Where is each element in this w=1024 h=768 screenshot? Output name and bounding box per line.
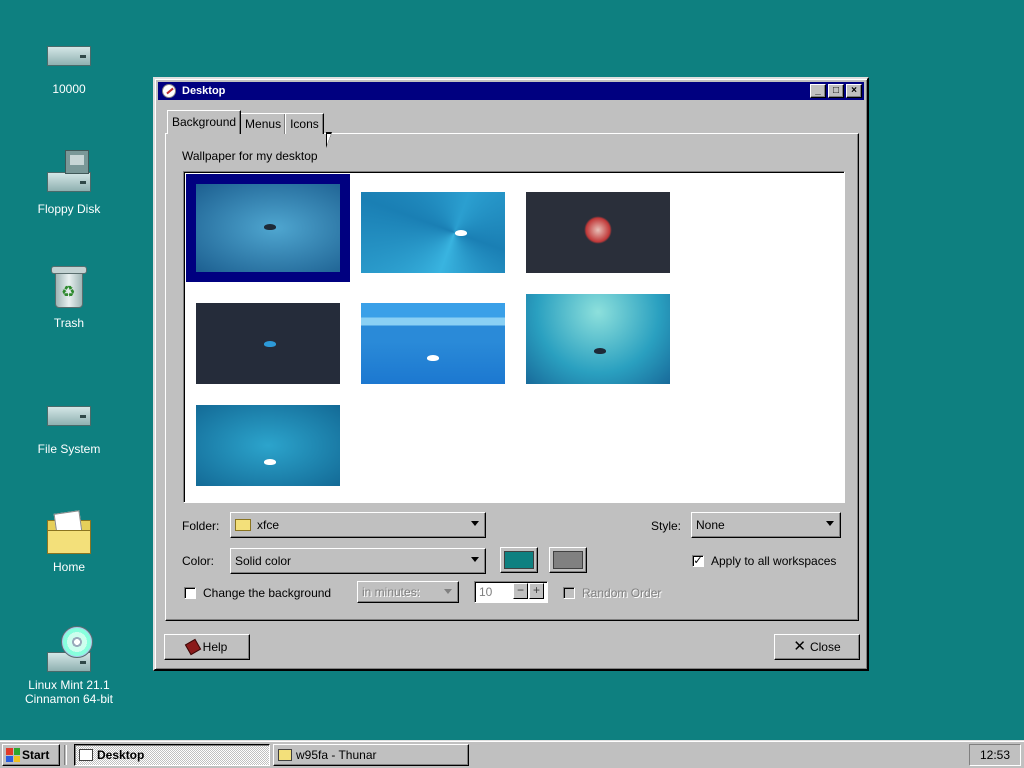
maximize-button[interactable]: □	[828, 84, 844, 98]
folder-icon	[278, 749, 292, 761]
start-label: Start	[22, 748, 50, 762]
close-icon: ✕	[793, 638, 806, 655]
drive-icon	[45, 390, 93, 438]
desktop-icon-label: Home	[52, 560, 85, 574]
chevron-down-icon	[471, 521, 479, 526]
tab-background[interactable]: Background	[167, 110, 242, 134]
interval-unit-value: in minutes:	[362, 585, 421, 599]
desktop-settings-window: Desktop _ □ × Background Menus Icons Wal…	[153, 77, 869, 671]
style-select[interactable]: None	[691, 512, 841, 538]
close-window-button[interactable]: ×	[846, 84, 862, 98]
chevron-down-icon	[471, 557, 479, 562]
style-value: None	[696, 518, 725, 532]
apply-all-checkbox[interactable]: ✓	[692, 555, 704, 567]
desktop-settings-icon	[79, 749, 93, 761]
desktop-icon-file-system[interactable]: File System	[14, 390, 124, 456]
drive-icon	[45, 30, 93, 78]
taskbar-item-label: Desktop	[97, 748, 145, 762]
desktop-icon-label: 10000	[52, 82, 86, 96]
window-titlebar[interactable]: Desktop _ □ ×	[158, 82, 864, 100]
desktop-icon-label: Linux Mint 21.1	[28, 678, 110, 692]
primary-color-fill	[504, 551, 534, 569]
desktop-icon-10000[interactable]: 10000	[14, 30, 124, 96]
folder-value: xfce	[257, 518, 280, 532]
color-mode-select[interactable]: Solid color	[230, 548, 486, 574]
wallpaper-thumb[interactable]	[526, 192, 670, 273]
taskbar-separator	[64, 745, 67, 765]
folder-icon	[235, 519, 251, 531]
interval-decrement-button[interactable]: −	[513, 583, 528, 599]
style-label: Style:	[651, 519, 682, 533]
desktop-icon-floppy-disk[interactable]: Floppy Disk	[14, 150, 124, 216]
wallpaper-grid	[183, 171, 845, 503]
help-book-icon	[184, 638, 201, 656]
secondary-color-button[interactable]	[549, 547, 587, 573]
close-button[interactable]: ✕ Close	[774, 634, 860, 660]
chevron-down-icon	[826, 521, 834, 526]
color-mode-value: Solid color	[235, 554, 292, 568]
desktop-icon-label: Trash	[53, 316, 85, 330]
change-background-label: Change the background	[203, 586, 332, 600]
mouse-cursor-fill	[327, 134, 331, 145]
tab-icons[interactable]: Icons	[285, 113, 324, 134]
cd-drive-icon	[45, 626, 93, 674]
help-button[interactable]: Help	[164, 634, 250, 660]
help-button-label: Help	[202, 640, 228, 654]
system-tray-clock[interactable]: 12:53	[969, 744, 1021, 766]
window-title: Desktop	[182, 85, 226, 97]
home-folder-icon	[45, 508, 93, 556]
interval-increment-button[interactable]: +	[529, 583, 544, 599]
taskbar-item-thunar[interactable]: w95fa - Thunar	[273, 744, 469, 766]
wallpaper-thumb[interactable]	[361, 303, 505, 384]
color-label: Color:	[182, 554, 215, 568]
tab-menus[interactable]: Menus	[240, 113, 287, 134]
folder-select[interactable]: xfce	[230, 512, 486, 538]
interval-unit-select[interactable]: in minutes:	[357, 581, 459, 603]
close-button-label: Close	[809, 640, 841, 654]
taskbar-item-label: w95fa - Thunar	[296, 748, 377, 762]
minimize-button[interactable]: _	[810, 84, 826, 98]
wallpaper-thumb[interactable]	[186, 174, 350, 282]
wallpaper-label: Wallpaper for my desktop	[182, 149, 318, 163]
clock: 12:53	[979, 748, 1011, 762]
floppy-drive-icon	[45, 150, 93, 198]
wallpaper-thumb[interactable]	[196, 303, 340, 384]
desktop-icon-trash[interactable]: ♻ Trash	[14, 264, 124, 330]
wallpaper-thumb[interactable]	[361, 192, 505, 273]
desktop-icon-label: Floppy Disk	[37, 202, 101, 216]
folder-label: Folder:	[182, 519, 220, 533]
apply-all-label: Apply to all workspaces	[711, 554, 837, 568]
desktop-settings-icon	[162, 84, 176, 98]
change-background-checkbox[interactable]	[184, 587, 196, 599]
interval-value: 10	[479, 585, 493, 599]
random-order-checkbox[interactable]	[563, 587, 575, 599]
trash-icon: ♻	[45, 264, 93, 312]
tab-bar: Background Menus Icons	[167, 110, 324, 134]
desktop-icon-label: Cinnamon 64-bit	[24, 692, 114, 706]
taskbar: Start Desktop w95fa - Thunar 12:53	[0, 740, 1024, 768]
wallpaper-thumb[interactable]	[196, 405, 340, 486]
desktop-icon-home[interactable]: Home	[14, 508, 124, 574]
desktop-icon-linux-mint[interactable]: Linux Mint 21.1 Cinnamon 64-bit	[14, 626, 124, 706]
taskbar-item-desktop[interactable]: Desktop	[74, 744, 270, 766]
chevron-down-icon	[444, 589, 452, 594]
start-button[interactable]: Start	[2, 744, 60, 766]
windows-logo-icon	[6, 748, 20, 762]
wallpaper-thumb[interactable]	[526, 294, 670, 384]
random-order-label: Random Order	[582, 586, 662, 600]
primary-color-button[interactable]	[500, 547, 538, 573]
secondary-color-fill	[553, 551, 583, 569]
desktop-icon-label: File System	[37, 442, 101, 456]
